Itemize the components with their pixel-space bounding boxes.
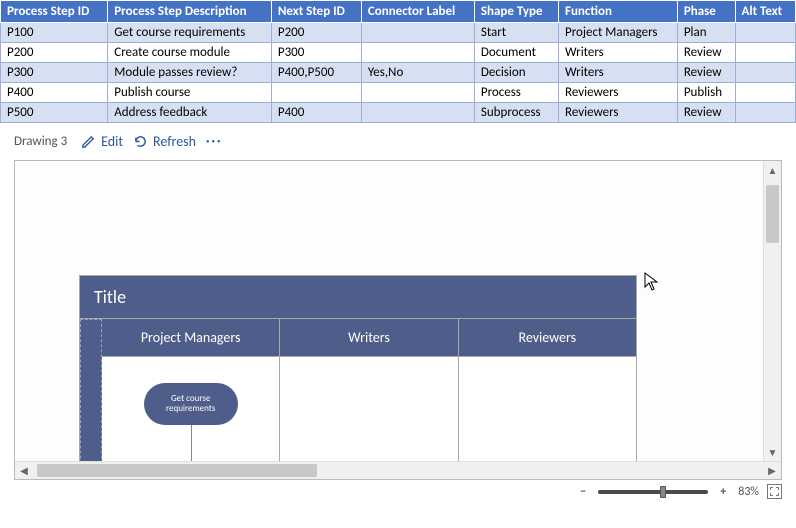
table-cell[interactable]: Publish [677, 83, 735, 103]
zoom-controls: − + 83% [0, 480, 796, 503]
table-cell[interactable]: Address feedback [108, 103, 272, 123]
zoom-slider[interactable] [598, 490, 708, 494]
table-row[interactable]: P300Module passes review?P400,P500Yes,No… [1, 63, 796, 83]
table-cell[interactable]: Review [677, 43, 735, 63]
hscroll-track[interactable] [33, 462, 763, 479]
table-cell[interactable] [735, 83, 795, 103]
table-cell[interactable] [361, 43, 474, 63]
edit-button[interactable]: Edit [81, 133, 123, 150]
col-phase[interactable]: Phase [677, 1, 735, 23]
start-shape[interactable]: Get course requirements [144, 383, 238, 425]
table-cell[interactable]: Review [677, 103, 735, 123]
col-step-desc[interactable]: Process Step Description [108, 1, 272, 23]
table-cell[interactable]: Writers [558, 63, 677, 83]
col-alt-text[interactable]: Alt Text [735, 1, 795, 23]
connector-line [191, 425, 192, 461]
table-cell[interactable]: P500 [1, 103, 108, 123]
table-cell[interactable]: Create course module [108, 43, 272, 63]
col-connector[interactable]: Connector Label [361, 1, 474, 23]
col-next-step[interactable]: Next Step ID [271, 1, 361, 23]
pencil-icon [81, 134, 96, 149]
table-cell[interactable] [361, 103, 474, 123]
table-cell[interactable] [735, 103, 795, 123]
table-cell[interactable]: P400,P500 [271, 63, 361, 83]
col-shape-type[interactable]: Shape Type [474, 1, 558, 23]
table-cell[interactable]: Start [474, 23, 558, 43]
table-row[interactable]: P100Get course requirementsP200 StartProj… [1, 23, 796, 43]
table-cell[interactable]: Process [474, 83, 558, 103]
refresh-label: Refresh [153, 133, 196, 150]
swimlane-title[interactable]: Title [80, 276, 636, 318]
col-step-id[interactable]: Process Step ID [1, 1, 108, 23]
lane-head[interactable]: Writers [280, 319, 457, 357]
table-cell[interactable] [735, 63, 795, 83]
zoom-out-button[interactable]: − [576, 485, 590, 499]
table-cell[interactable]: P300 [271, 43, 361, 63]
swimlane-phase-column[interactable] [80, 319, 102, 461]
refresh-button[interactable]: Refresh [133, 133, 196, 150]
scroll-up-button[interactable]: ▲ [764, 161, 781, 179]
table-cell[interactable]: P200 [271, 23, 361, 43]
scroll-left-button[interactable]: ◀ [15, 462, 33, 479]
scroll-down-button[interactable]: ▼ [764, 443, 781, 461]
scroll-right-button[interactable]: ▶ [763, 462, 781, 479]
zoom-value: 83% [738, 485, 759, 499]
table-cell[interactable]: P100 [1, 23, 108, 43]
table-header-row: Process Step ID Process Step Description… [1, 1, 796, 23]
table-cell[interactable]: Module passes review? [108, 63, 272, 83]
table-row[interactable]: P400Publish course ProcessReviewersPublis… [1, 83, 796, 103]
table-cell[interactable]: P400 [1, 83, 108, 103]
table-cell[interactable]: Plan [677, 23, 735, 43]
table-cell[interactable]: Subprocess [474, 103, 558, 123]
table-cell[interactable]: Review [677, 63, 735, 83]
table-row[interactable]: P500Address feedbackP400SubprocessReview… [1, 103, 796, 123]
drawing-canvas[interactable]: Title Project Managers Get course requir… [15, 161, 763, 461]
vertical-scrollbar[interactable]: ▲ ▼ [763, 161, 781, 461]
col-function[interactable]: Function [558, 1, 677, 23]
table-cell[interactable]: Document [474, 43, 558, 63]
table-cell[interactable]: Reviewers [558, 83, 677, 103]
table-cell[interactable]: Writers [558, 43, 677, 63]
drawing-title: Drawing 3 [14, 134, 67, 149]
swimlane-diagram[interactable]: Title Project Managers Get course requir… [79, 275, 637, 461]
process-table: Process Step ID Process Step Description… [0, 0, 796, 123]
table-cell[interactable]: Publish course [108, 83, 272, 103]
table-cell[interactable]: Decision [474, 63, 558, 83]
table-cell[interactable] [735, 43, 795, 63]
table-cell[interactable] [735, 23, 795, 43]
horizontal-scrollbar[interactable]: ◀ ▶ [15, 461, 781, 479]
lane-project-managers[interactable]: Project Managers Get course requirements [102, 319, 280, 461]
table-cell[interactable]: Reviewers [558, 103, 677, 123]
drawing-toolbar: Drawing 3 Edit Refresh ··· [0, 123, 796, 160]
lane-head[interactable]: Project Managers [102, 319, 279, 357]
zoom-slider-knob[interactable] [660, 486, 666, 498]
table-cell[interactable]: Project Managers [558, 23, 677, 43]
table-cell[interactable]: Yes,No [361, 63, 474, 83]
table-cell[interactable]: P300 [1, 63, 108, 83]
table-cell[interactable]: P200 [1, 43, 108, 63]
lane-writers[interactable]: Writers [280, 319, 458, 461]
table-cell[interactable] [361, 23, 474, 43]
hscroll-thumb[interactable] [37, 464, 317, 477]
zoom-in-button[interactable]: + [716, 485, 730, 499]
more-button[interactable]: ··· [206, 134, 222, 149]
lane-head[interactable]: Reviewers [459, 319, 636, 357]
fit-to-window-button[interactable] [767, 484, 782, 499]
table-cell[interactable]: Get course requirements [108, 23, 272, 43]
edit-label: Edit [101, 133, 123, 150]
drawing-pane: Title Project Managers Get course requir… [14, 160, 782, 480]
table-cell[interactable] [271, 83, 361, 103]
table-row[interactable]: P200Create course moduleP300 DocumentWrit… [1, 43, 796, 63]
lane-reviewers[interactable]: Reviewers [459, 319, 636, 461]
table-cell[interactable]: P400 [271, 103, 361, 123]
cursor-icon [644, 272, 660, 292]
vscroll-thumb[interactable] [766, 185, 779, 243]
refresh-icon [133, 134, 148, 149]
table-cell[interactable] [361, 83, 474, 103]
